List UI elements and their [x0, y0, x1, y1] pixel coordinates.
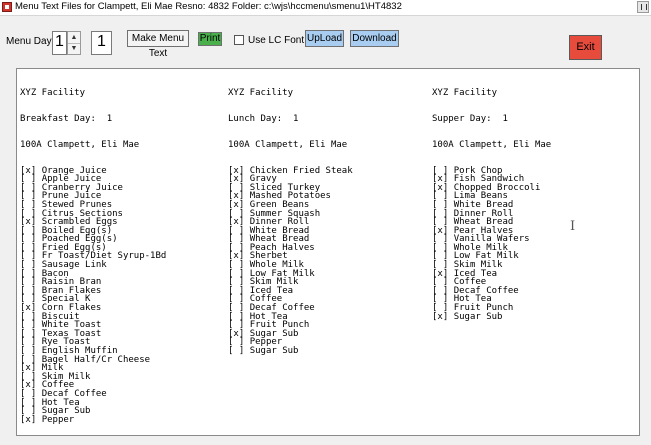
- resident-name: 100A Clampett, Eli Mae: [432, 139, 552, 150]
- menu-item: [x] Pepper: [20, 414, 166, 425]
- menu-item: [ ] Sugar Sub: [228, 347, 353, 356]
- meal-heading: Supper Day: 1: [432, 113, 508, 124]
- item-name: Sugar Sub: [453, 311, 503, 322]
- facility-name: XYZ Facility: [432, 88, 498, 99]
- menu-item: [x] Sugar Sub: [432, 311, 551, 322]
- menu-items: [ ] Pork Chop [x] Fish Sandwich [x] Choppe…: [432, 166, 551, 322]
- use-lc-font-checkbox[interactable]: [234, 35, 244, 45]
- make-menu-text-button[interactable]: Make Menu Text: [127, 30, 189, 59]
- menu-text-area[interactable]: XYZ Facility Breakfast Day: 1 100A Clamp…: [16, 68, 640, 436]
- window-title: Menu Text Files for Clampett, Eli Mae Re…: [15, 1, 402, 12]
- meal-heading: Lunch Day: 1: [228, 113, 299, 124]
- app-icon: [2, 2, 12, 12]
- resident-name: 100A Clampett, Eli Mae: [20, 139, 140, 150]
- selection-mark: [x]: [20, 414, 37, 425]
- lunch-column: XYZ Facility Lunch Day: 1 100A Clampett,…: [228, 72, 353, 373]
- selection-mark: [ ]: [228, 346, 245, 356]
- facility-name: XYZ Facility: [228, 88, 294, 99]
- facility-name: XYZ Facility: [20, 88, 86, 99]
- breakfast-column: XYZ Facility Breakfast Day: 1 100A Clamp…: [20, 72, 166, 442]
- menu-days-input[interactable]: 1: [52, 31, 67, 55]
- item-name: Sugar Sub: [249, 346, 299, 356]
- menu-items: [x] Chicken Fried Steak [x] Gravy[ ] Slic…: [228, 166, 353, 356]
- menu-items: [x] Orange Juice[ ] Apple Juice[ ] Cranb…: [20, 166, 166, 425]
- day-input[interactable]: 1: [91, 31, 112, 55]
- use-lc-font-label: Use LC Font: [248, 35, 305, 46]
- upload-button[interactable]: UpLoad: [305, 30, 344, 47]
- spin-down-icon[interactable]: ▼: [68, 43, 80, 54]
- selection-mark: [x]: [432, 311, 449, 322]
- menu-days-spinner[interactable]: ▲ ▼: [67, 31, 81, 55]
- text-cursor-icon: I: [570, 219, 576, 234]
- resident-name: 100A Clampett, Eli Mae: [228, 139, 348, 150]
- title-bar: Menu Text Files for Clampett, Eli Mae Re…: [0, 0, 651, 16]
- item-name: Pepper: [41, 414, 75, 425]
- download-button[interactable]: Download: [350, 30, 399, 47]
- menu-days-label: Menu Days: [6, 36, 57, 47]
- meal-heading: Breakfast Day: 1: [20, 113, 113, 124]
- maximize-button[interactable]: [637, 1, 649, 13]
- exit-button[interactable]: Exit: [569, 35, 602, 60]
- print-button[interactable]: Print: [198, 32, 222, 46]
- supper-column: XYZ Facility Supper Day: 1 100A Clampett…: [432, 72, 551, 338]
